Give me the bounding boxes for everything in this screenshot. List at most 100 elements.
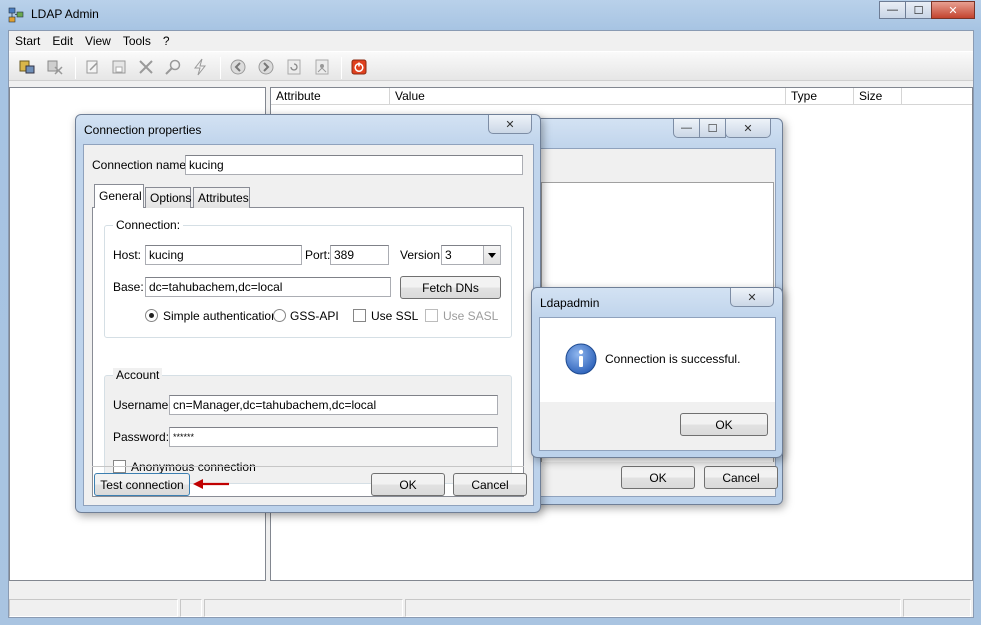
connection-group-title: Connection: (113, 218, 184, 232)
version-value: 3 (445, 248, 452, 262)
lightning-icon[interactable] (190, 57, 210, 77)
column-attribute[interactable]: Attribute (271, 88, 390, 105)
status-cell (405, 599, 902, 617)
gss-api-radio[interactable] (273, 309, 286, 322)
back-icon[interactable] (228, 57, 248, 77)
search-icon[interactable] (163, 57, 183, 77)
use-ssl-checkbox[interactable] (353, 309, 366, 322)
status-cell (9, 599, 178, 617)
anonymous-label[interactable]: Anonymous connection (131, 460, 256, 474)
dialog-close-button[interactable]: ✕ (488, 115, 532, 134)
column-type[interactable]: Type (786, 88, 854, 105)
connections-close-button[interactable]: ✕ (725, 119, 771, 138)
exit-icon[interactable] (349, 57, 369, 77)
edit-icon[interactable] (83, 57, 103, 77)
ldap-app-icon (8, 7, 24, 23)
simple-auth-label[interactable]: Simple authentication (163, 309, 278, 323)
tab-options[interactable]: Options (145, 187, 191, 208)
version-label: Version: (400, 248, 444, 262)
menu-help[interactable]: ? (157, 34, 176, 48)
fetch-dns-label: Fetch DNs (422, 280, 479, 295)
window-controls: — ☐ ✕ (879, 1, 975, 19)
window-title: LDAP Admin (31, 7, 99, 21)
tab-attributes[interactable]: Attributes (193, 187, 250, 208)
delete-icon[interactable] (136, 57, 156, 77)
tab-general[interactable]: General (94, 184, 144, 208)
port-input[interactable]: 389 (330, 245, 389, 265)
version-select[interactable]: 3 (441, 245, 501, 265)
refresh-icon[interactable] (284, 57, 304, 77)
port-label: Port: (305, 248, 331, 262)
column-size[interactable]: Size (854, 88, 902, 105)
status-cell (203, 599, 404, 617)
test-connection-label: Test connection (100, 477, 184, 492)
menu-view[interactable]: View (79, 34, 117, 48)
toolbar (9, 51, 973, 81)
toolbar-separator (75, 57, 76, 79)
message-body: Connection is successful. OK (539, 317, 776, 451)
dialog-title: Connection properties (84, 123, 202, 137)
password-input[interactable]: ****** (169, 427, 498, 447)
cancel-label: Cancel (722, 470, 760, 485)
ok-label: OK (649, 470, 667, 485)
ok-label: OK (715, 417, 733, 432)
minimize-button[interactable]: — (879, 1, 906, 19)
ok-button[interactable]: OK (371, 473, 445, 496)
host-label: Host: (113, 248, 142, 262)
toolbar-separator (341, 57, 342, 79)
toolbar-separator (220, 57, 221, 79)
save-icon[interactable] (109, 57, 129, 77)
message-ok-button[interactable]: OK (680, 413, 768, 436)
connection-name-label: Connection name: (92, 158, 190, 172)
test-connection-button[interactable]: Test connection (94, 473, 190, 496)
connections-maximize-button[interactable]: ☐ (699, 119, 726, 138)
fetch-dns-button[interactable]: Fetch DNs (400, 276, 501, 299)
disconnect-icon[interactable] (45, 57, 65, 77)
attribute-list-header: Attribute Value Type Size (271, 88, 972, 105)
message-close-button[interactable]: ✕ (730, 288, 774, 307)
main-titlebar[interactable]: LDAP Admin — ☐ ✕ (0, 0, 981, 30)
maximize-button[interactable]: ☐ (905, 1, 932, 19)
base-input[interactable]: dc=tahubachem,dc=local (145, 277, 391, 297)
connections-ok-button[interactable]: OK (621, 466, 695, 489)
info-icon (565, 343, 597, 375)
use-sasl-checkbox (425, 309, 438, 322)
red-arrow-icon (193, 479, 229, 489)
connection-properties-dialog: Connection properties ✕ Connection name:… (75, 114, 541, 513)
menu-tools[interactable]: Tools (117, 34, 157, 48)
connection-name-input[interactable]: kucing (185, 155, 523, 175)
host-input[interactable]: kucing (145, 245, 302, 265)
username-input[interactable]: cn=Manager,dc=tahubachem,dc=local (169, 395, 498, 415)
message-text: Connection is successful. (605, 352, 741, 366)
cancel-button[interactable]: Cancel (453, 473, 527, 496)
status-cell (903, 599, 971, 617)
connect-icon[interactable] (17, 57, 37, 77)
message-title: Ldapadmin (540, 296, 600, 310)
status-cell (179, 599, 202, 617)
connection-group: Connection: Host: kucing Port: 389 Versi… (104, 218, 512, 338)
connections-minimize-button[interactable]: — (673, 119, 700, 138)
column-value[interactable]: Value (390, 88, 786, 105)
status-bar (9, 599, 973, 617)
cancel-label: Cancel (471, 477, 509, 492)
gss-api-label[interactable]: GSS-API (290, 309, 339, 323)
schema-icon[interactable] (312, 57, 332, 77)
menu-start[interactable]: Start (9, 34, 46, 48)
username-label: Username: (113, 398, 172, 412)
password-label: Password: (113, 430, 170, 444)
close-icon: ✕ (505, 118, 515, 131)
simple-auth-radio[interactable] (145, 309, 158, 322)
connections-cancel-button[interactable]: Cancel (704, 466, 778, 489)
message-dialog: Ldapadmin ✕ Connection is successful. OK (531, 287, 783, 458)
close-icon: ✕ (747, 291, 757, 304)
account-group: Account Username: cn=Manager,dc=tahubach… (104, 368, 512, 484)
tab-control: General Options Attributes Connection: H… (92, 184, 524, 497)
base-label: Base: (113, 280, 144, 294)
forward-icon[interactable] (256, 57, 276, 77)
chevron-down-icon[interactable] (483, 246, 500, 264)
use-ssl-label[interactable]: Use SSL (371, 309, 418, 323)
menu-edit[interactable]: Edit (46, 34, 79, 48)
dialog-body: Connection name: kucing General Options … (83, 144, 534, 506)
close-button[interactable]: ✕ (931, 1, 975, 19)
use-sasl-label: Use SASL (443, 309, 499, 323)
